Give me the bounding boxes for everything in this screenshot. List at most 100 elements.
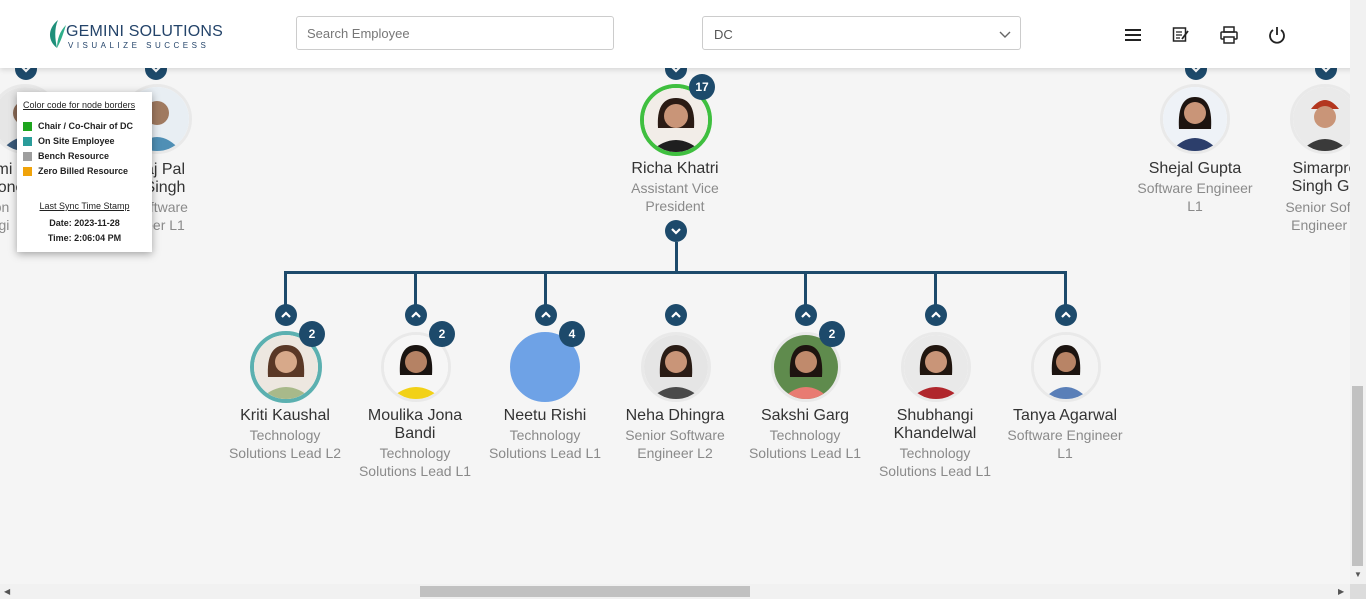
employee-role: Technology Solutions Lead L1: [488, 427, 602, 461]
scroll-right-arrow-icon[interactable]: ▶: [1338, 587, 1344, 596]
employee-avatar[interactable]: [1290, 84, 1350, 154]
collapse-toggle[interactable]: [795, 304, 817, 326]
color-swatch: [23, 151, 32, 161]
employee-name: Neetu Rishi: [503, 407, 587, 424]
expand-toggle[interactable]: [15, 68, 37, 80]
logo-leaf-icon: [50, 20, 66, 48]
reportee-count-badge: 17: [689, 74, 715, 100]
employee-name: Shejal Gupta: [1148, 160, 1242, 177]
employee-role: Technology Solutions Lead L2: [228, 427, 342, 461]
expand-toggle[interactable]: [145, 68, 167, 80]
connector-line: [675, 242, 678, 274]
employee-role: Technology Solutions Lead L1: [748, 427, 862, 461]
employee-name: Sakshi Garg: [760, 407, 850, 424]
chevron-up-icon: [931, 311, 941, 318]
employee-role: Software Engineer L1: [1137, 180, 1253, 214]
employee-name: SimarpreSingh Gu: [1291, 160, 1350, 195]
employee-role: Technology Solutions Lead L1: [878, 445, 992, 479]
chevron-down-icon: [671, 228, 681, 235]
sync-time: Time: 2:06:04 PM: [47, 233, 122, 243]
employee-name: Shubhangi Khandelwal: [893, 407, 977, 442]
scroll-down-arrow-icon[interactable]: ▼: [1354, 570, 1362, 579]
reportee-count-badge: 4: [559, 321, 585, 347]
scroll-left-arrow-icon[interactable]: ◀: [4, 587, 10, 596]
color-swatch: [23, 136, 32, 146]
collapse-toggle[interactable]: [535, 304, 557, 326]
person-photo: [644, 335, 708, 399]
connector-line: [934, 271, 937, 305]
collapse-toggle[interactable]: [665, 220, 687, 242]
search-employee-input[interactable]: [296, 16, 614, 50]
chevron-down-icon: [671, 68, 681, 73]
legend-item: Chair / Co-Chair of DC: [23, 121, 133, 131]
chevron-down-icon: [1321, 68, 1331, 73]
employee-name: Kriti Kaushal: [240, 407, 330, 424]
collapse-toggle[interactable]: [275, 304, 297, 326]
power-icon[interactable]: [1267, 25, 1287, 45]
employee-role: Technology Solutions Lead L1: [358, 445, 472, 479]
connector-line: [284, 271, 1067, 274]
collapse-toggle[interactable]: [665, 304, 687, 326]
collapse-toggle[interactable]: [405, 304, 427, 326]
employee-role: Software Engineer L1: [1007, 427, 1123, 461]
legend-item: Zero Billed Resource: [23, 166, 128, 176]
chevron-down-icon: [999, 31, 1011, 38]
connector-line: [284, 271, 287, 305]
chevron-up-icon: [411, 311, 421, 318]
employee-avatar[interactable]: [901, 332, 971, 402]
feedback-icon[interactable]: [1171, 25, 1191, 45]
dc-select-value: DC: [714, 27, 733, 42]
top-header: GEMINI SOLUTIONS VISUALIZE SUCCESS DC: [0, 0, 1366, 68]
employee-role: Senior SoftwEngineer L: [1285, 199, 1350, 233]
sync-title: Last Sync Time Stamp: [39, 201, 130, 211]
connector-line: [414, 271, 417, 305]
connector-line: [544, 271, 547, 305]
logo-text: GEMINI SOLUTIONS: [66, 23, 223, 40]
print-icon[interactable]: [1219, 25, 1239, 45]
connector-line: [804, 271, 807, 305]
expand-toggle[interactable]: [665, 68, 687, 80]
employee-name: Tanya Agarwal: [1012, 407, 1118, 424]
expand-toggle[interactable]: [1185, 68, 1207, 80]
reportee-count-badge: 2: [299, 321, 325, 347]
employee-name: Moulika Jona Bandi: [367, 407, 463, 442]
chevron-up-icon: [801, 311, 811, 318]
chevron-up-icon: [671, 311, 681, 318]
connector-line: [1064, 271, 1067, 305]
legend-item: On Site Employee: [23, 136, 115, 146]
employee-name: Neha Dhingra: [625, 407, 725, 424]
expand-toggle[interactable]: [1315, 68, 1337, 80]
chevron-up-icon: [281, 311, 291, 318]
reportee-count-badge: 2: [819, 321, 845, 347]
vertical-scroll-thumb[interactable]: [1352, 386, 1363, 566]
chevron-down-icon: [1191, 68, 1201, 73]
person-photo: [1293, 87, 1350, 151]
employee-avatar[interactable]: [1031, 332, 1101, 402]
dc-select[interactable]: DC: [702, 16, 1021, 50]
collapse-toggle[interactable]: [925, 304, 947, 326]
employee-name: Richa Khatri: [631, 160, 719, 177]
collapse-toggle[interactable]: [1055, 304, 1077, 326]
person-photo: [1034, 335, 1098, 399]
scrollbar-corner: [1350, 584, 1366, 599]
company-logo[interactable]: GEMINI SOLUTIONS VISUALIZE SUCCESS: [46, 17, 226, 51]
org-chart: xmiSisone ionngi aj PalSingh oftwareeer …: [0, 68, 1350, 584]
employee-role: Assistant Vice President: [631, 180, 719, 214]
color-swatch: [23, 166, 32, 176]
chevron-down-icon: [21, 68, 31, 73]
chevron-down-icon: [151, 68, 161, 73]
legend-title: Color code for node borders: [23, 100, 136, 110]
person-photo: [1163, 87, 1227, 151]
legend-item: Bench Resource: [23, 151, 109, 161]
person-photo: [904, 335, 968, 399]
chevron-up-icon: [541, 311, 551, 318]
employee-avatar[interactable]: [1160, 84, 1230, 154]
color-swatch: [23, 121, 32, 131]
legend-panel: Color code for node borders Chair / Co-C…: [17, 92, 152, 252]
chevron-up-icon: [1061, 311, 1071, 318]
horizontal-scroll-thumb[interactable]: [420, 586, 750, 597]
employee-role: Senior Software Engineer L2: [625, 427, 725, 461]
menu-icon[interactable]: [1123, 25, 1143, 45]
employee-avatar[interactable]: [641, 332, 711, 402]
reportee-count-badge: 2: [429, 321, 455, 347]
